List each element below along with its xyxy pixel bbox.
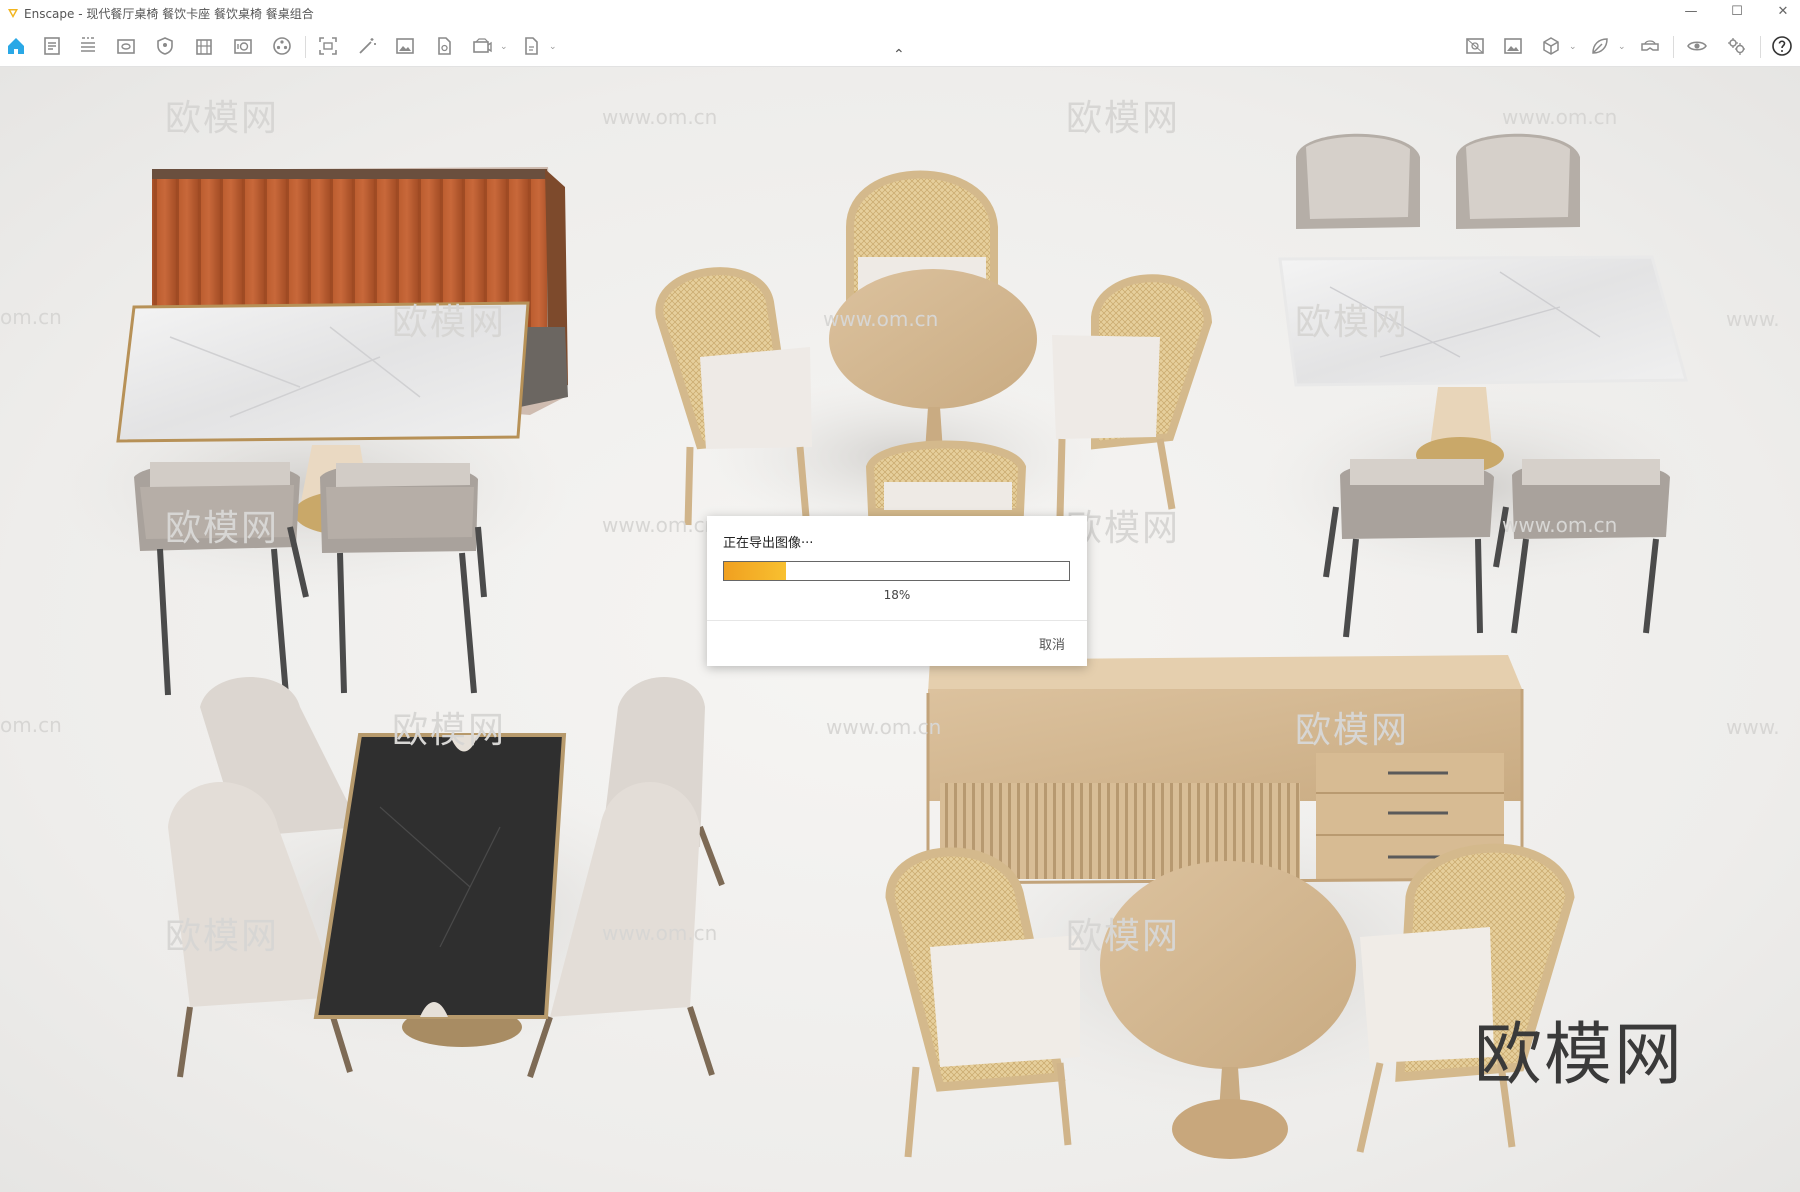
building-icon[interactable]: [192, 34, 216, 58]
export-progress-percent: 18%: [883, 588, 911, 602]
watermark-url-fragment: www.: [1726, 307, 1780, 331]
capture-region-icon[interactable]: [316, 34, 340, 58]
info-panel-icon[interactable]: [231, 34, 255, 58]
watermark-brand: 欧模网: [165, 916, 280, 957]
settings-gear-icon[interactable]: [1724, 34, 1748, 58]
magic-wand-icon[interactable]: [355, 34, 379, 58]
atmosphere-icon[interactable]: [1463, 34, 1487, 58]
watermark-url-fragment: www.: [1726, 715, 1780, 739]
toolbar-separator: [1673, 36, 1674, 58]
watermark-brand: 欧模网: [392, 302, 507, 343]
screenshot-image-icon[interactable]: [393, 34, 417, 58]
batch-render-icon[interactable]: [432, 34, 456, 58]
home-icon[interactable]: [4, 34, 28, 58]
toolbar-separator: [1760, 36, 1761, 58]
enscape-logo-icon: [8, 9, 18, 18]
watermark-url: www.om.cn: [1502, 513, 1618, 537]
watermark-url: www.om.cn: [602, 105, 718, 129]
watermark-brand: 欧模网: [392, 710, 507, 751]
window-title: Enscape - 现代餐厅桌椅 餐饮卡座 餐饮桌椅 餐桌组合: [24, 7, 314, 21]
minimize-button[interactable]: —: [1668, 0, 1714, 26]
watermark-url-fragment: om.cn: [0, 713, 62, 737]
toolbar-separator: [305, 36, 306, 58]
export-progress-fill: [724, 562, 787, 580]
help-icon[interactable]: [1770, 34, 1794, 58]
watermark-url: www.om.cn: [602, 921, 718, 945]
watermark-brand: 欧模网: [1066, 98, 1181, 139]
collapse-toolbar-chevron-icon[interactable]: ⌃: [893, 48, 905, 62]
watermark-url: www.om.cn: [602, 513, 718, 537]
view-eye-icon[interactable]: [114, 34, 138, 58]
watermark-brand: 欧模网: [165, 98, 280, 139]
asset-library-icon[interactable]: [270, 34, 294, 58]
watermark-brand: 欧模网: [1295, 302, 1410, 343]
material-leaf-icon[interactable]: [1588, 34, 1612, 58]
export-file-icon[interactable]: [519, 34, 543, 58]
export-video-icon[interactable]: [470, 34, 494, 58]
visibility-eye-icon[interactable]: [1685, 34, 1709, 58]
bim-list-icon[interactable]: [76, 34, 100, 58]
chevron-down-icon[interactable]: ⌄: [549, 42, 557, 52]
watermark-url: www.om.cn: [823, 307, 939, 331]
image-settings-icon[interactable]: [1501, 34, 1525, 58]
cube-icon[interactable]: [1539, 34, 1563, 58]
window-titlebar: Enscape - 现代餐厅桌椅 餐饮卡座 餐饮桌椅 餐桌组合 — ☐ ✕: [0, 0, 1800, 26]
close-button[interactable]: ✕: [1760, 0, 1800, 26]
cancel-button[interactable]: 取消: [1039, 634, 1065, 653]
watermark-url-fragment: om.cn: [0, 305, 62, 329]
export-status-text: 正在导出图像···: [723, 536, 814, 551]
watermark-url: www.om.cn: [826, 715, 942, 739]
export-progress-dialog: 正在导出图像··· 18% 取消: [707, 516, 1087, 666]
watermark-brand: 欧模网: [1295, 710, 1410, 751]
export-progress-bar: [723, 561, 1070, 581]
watermark-brand: 欧模网: [165, 508, 280, 549]
watermark-brand: 欧模网: [1066, 916, 1181, 957]
watermark-url: www.om.cn: [1502, 105, 1618, 129]
chevron-down-icon[interactable]: ⌄: [1569, 42, 1577, 52]
dialog-divider: [707, 620, 1087, 621]
vr-headset-icon[interactable]: [1638, 34, 1662, 58]
maximize-button[interactable]: ☐: [1714, 0, 1760, 26]
chevron-down-icon[interactable]: ⌄: [1618, 42, 1626, 52]
watermark-brand-logo: 欧模网: [1474, 1016, 1685, 1095]
document-icon[interactable]: [40, 34, 64, 58]
shield-icon[interactable]: [153, 34, 177, 58]
chevron-down-icon[interactable]: ⌄: [500, 42, 508, 52]
